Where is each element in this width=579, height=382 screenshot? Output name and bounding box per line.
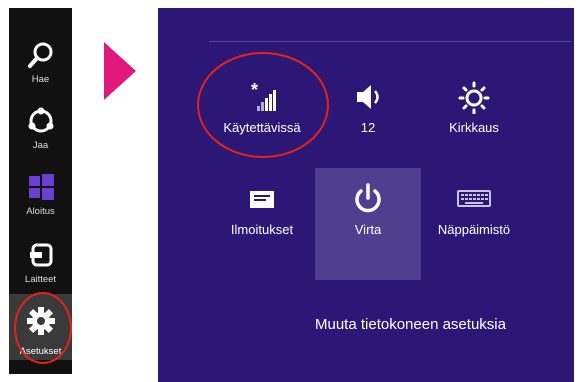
charm-label: Hae (31, 74, 50, 85)
keyboard-icon (421, 182, 527, 218)
search-icon (9, 40, 72, 72)
svg-text:*: * (251, 80, 258, 100)
share-icon (9, 106, 72, 138)
volume-icon (315, 80, 421, 116)
tile-volume[interactable]: 12 (315, 66, 421, 178)
change-pc-settings-link[interactable]: Muuta tietokoneen asetuksia (315, 316, 506, 333)
tile-power[interactable]: Virta (315, 168, 421, 280)
tile-label: Näppäimistö (437, 222, 511, 237)
tile-label: Virta (354, 222, 382, 237)
brightness-icon (421, 80, 527, 116)
pointer-arrow (104, 42, 136, 100)
tile-keyboard[interactable]: Näppäimistö (421, 168, 527, 280)
notifications-icon (209, 182, 315, 218)
devices-icon (9, 240, 72, 272)
charm-label: Aloitus (26, 206, 55, 217)
windows-logo-icon (9, 172, 72, 204)
charm-label: Asetukset (19, 346, 62, 357)
tile-network[interactable]: * Käytettävissä (209, 66, 315, 178)
tile-label: Ilmoitukset (230, 222, 294, 237)
charm-label: Laitteet (24, 274, 57, 285)
power-icon (315, 182, 421, 218)
tile-label: Kirkkaus (449, 120, 499, 135)
charm-search[interactable]: Hae (9, 26, 72, 88)
network-signal-icon: * (209, 80, 315, 116)
divider (209, 41, 571, 42)
settings-panel: * Käytettävissä 12 Kirkkaus Ilmoitukset … (158, 8, 574, 382)
charm-share[interactable]: Jaa (9, 92, 72, 154)
tile-brightness[interactable]: Kirkkaus (421, 66, 527, 178)
tile-notifications[interactable]: Ilmoitukset (209, 168, 315, 280)
tile-label: 12 (360, 120, 376, 135)
charm-start[interactable]: Aloitus (9, 158, 72, 220)
charm-label: Jaa (32, 140, 49, 151)
gear-icon (9, 306, 72, 338)
tile-label: Käytettävissä (223, 120, 301, 135)
charm-settings[interactable]: Asetukset (9, 294, 72, 360)
charms-bar: Hae Jaa Aloitus Laitteet Asetukset (9, 8, 72, 374)
charm-devices[interactable]: Laitteet (9, 226, 72, 288)
